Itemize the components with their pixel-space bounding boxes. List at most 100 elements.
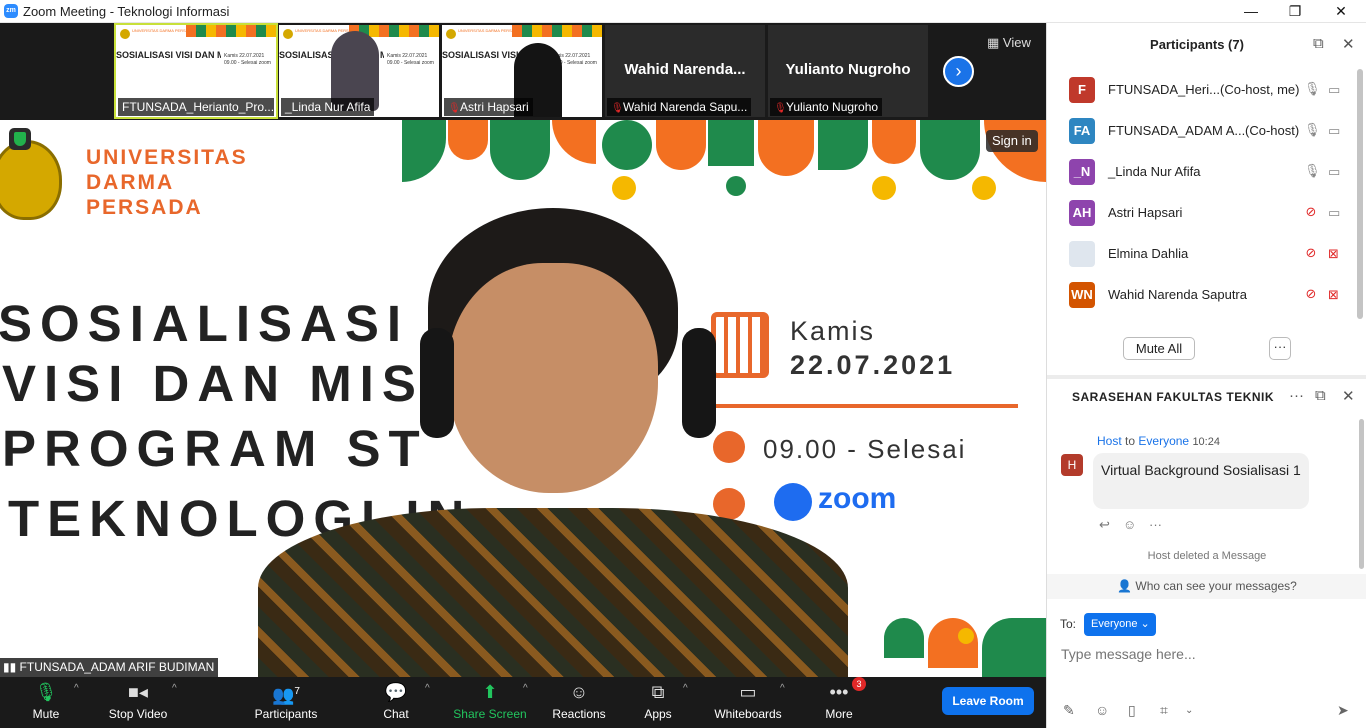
chevron-up-icon[interactable]: ^ (74, 683, 79, 694)
participant-row[interactable]: WN Wahid Narenda Saputra ⊘ ⊠ (1047, 274, 1366, 315)
mute-button[interactable]: 🎙 Mute (22, 677, 70, 728)
screenshot-icon[interactable]: ⌗ (1160, 702, 1168, 719)
to-label: To: (1060, 617, 1077, 631)
more-label: More (825, 707, 853, 721)
university-logo-icon (283, 29, 293, 39)
participant-role: (Co-host) (1245, 123, 1300, 138)
mute-all-button[interactable]: Mute All (1123, 337, 1195, 360)
mute-label: Mute (32, 707, 60, 721)
video-camera-off-icon[interactable]: ⊠ (1328, 287, 1339, 303)
speaker-name-label: ▮▮ FTUNSADA_ADAM ARIF BUDIMAN (0, 658, 219, 677)
tile-name: FTUNSADA_Herianto_Pro... (118, 98, 274, 116)
chat-button[interactable]: 💬 Chat (378, 677, 414, 728)
chat-scrollbar[interactable] (1359, 419, 1364, 569)
tile-name-text: Astri Hapsari (460, 100, 529, 114)
maximize-icon[interactable]: ❐ (1272, 1, 1318, 21)
microphone-icon: 🎙 (34, 682, 58, 702)
microphone-muted-icon[interactable]: ⊘ (1304, 245, 1318, 261)
avatar (1069, 241, 1095, 267)
who-can-see-link[interactable]: 👤 Who can see your messages? (1047, 574, 1366, 599)
reactions-label: Reactions (552, 707, 606, 721)
view-button[interactable]: ▦ View (987, 35, 1031, 51)
microphone-icon[interactable]: 🎙 (1304, 122, 1321, 138)
video-camera-off-icon[interactable]: ⊠ (1328, 246, 1339, 262)
participant-row[interactable]: Elmina Dahlia ⊘ ⊠ (1047, 233, 1366, 274)
recipient-dropdown[interactable]: Everyone ⌄ (1084, 613, 1156, 636)
participant-name: Wahid Narenda Saputra (1108, 287, 1247, 302)
participants-label: Participants (254, 707, 318, 721)
more-dots-icon[interactable]: ··· (1289, 387, 1304, 404)
video-tile[interactable]: Yulianto Nugroho 🎙Yulianto Nugroho (768, 25, 928, 117)
more-button[interactable]: ••• More (822, 677, 856, 728)
chevron-up-icon[interactable]: ^ (523, 683, 528, 694)
tile-name-text: Wahid Narenda Sapu... (623, 100, 748, 114)
video-camera-icon[interactable]: ▭ (1328, 82, 1340, 98)
university-logo-icon (120, 29, 130, 39)
minimize-icon[interactable]: — (1228, 1, 1274, 21)
participant-row[interactable]: F FTUNSADA_Heri... (Co-host, me) 🎙 ▭ (1047, 69, 1366, 110)
add-reaction-icon[interactable]: ☺ (1123, 517, 1136, 532)
microphone-icon[interactable]: 🎙 (1304, 81, 1321, 97)
send-icon[interactable]: ➤ (1337, 702, 1349, 719)
microphone-muted-icon[interactable]: ⊘ (1304, 286, 1318, 302)
tile-name: 🎙Yulianto Nugroho (770, 98, 883, 116)
apps-button[interactable]: ⧉ Apps (640, 677, 676, 728)
reply-icon[interactable]: ↩ (1099, 517, 1110, 533)
chevron-up-icon[interactable]: ^ (172, 683, 177, 694)
video-camera-icon[interactable]: ▭ (1328, 205, 1340, 221)
message-input[interactable] (1061, 643, 1351, 665)
message-recipient[interactable]: Everyone (1138, 434, 1189, 448)
sign-in-button[interactable]: Sign in (986, 130, 1038, 152)
microphone-icon[interactable]: 🎙 (1304, 163, 1321, 179)
pop-out-icon[interactable]: ⧉ (1315, 387, 1326, 404)
stop-video-button[interactable]: ■◂ Stop Video (104, 677, 172, 728)
emoji-icon[interactable]: ☺ (1095, 702, 1109, 718)
format-text-icon[interactable]: ✎ (1063, 702, 1075, 719)
chevron-up-icon[interactable]: ^ (780, 683, 785, 694)
chevron-up-icon[interactable]: ^ (683, 683, 688, 694)
participant-row[interactable]: _N _Linda Nur Afifa 🎙 ▭ (1047, 151, 1366, 192)
thumb-date: Kamis 22.07.2021 09.00 - Selesai zoom (387, 53, 434, 66)
more-dots-icon[interactable]: ··· (1149, 517, 1162, 532)
video-tile[interactable]: UNIVERSITAS DARMA PERSADA SOSIALISASI VI… (442, 25, 602, 117)
chat-bubble-icon: 💬 (384, 682, 408, 702)
participant-row[interactable]: FA FTUNSADA_ADAM A... (Co-host) 🎙 ▭ (1047, 110, 1366, 151)
video-camera-icon[interactable]: ▭ (1328, 123, 1340, 139)
participant-name: FTUNSADA_ADAM A... (1108, 123, 1246, 138)
video-tile[interactable]: UNIVERSITAS DARMA PERSADA SOSIALISASI VI… (279, 25, 439, 117)
chevron-down-icon[interactable]: ⌄ (1185, 705, 1193, 716)
video-tile[interactable]: Wahid Narenda... 🎙Wahid Narenda Sapu... (605, 25, 765, 117)
reactions-button[interactable]: ☺ Reactions (550, 677, 608, 728)
leave-room-button[interactable]: Leave Room (942, 687, 1034, 715)
chevron-up-icon[interactable]: ^ (425, 683, 430, 694)
file-icon[interactable]: ▯ (1128, 702, 1136, 719)
side-panel: Participants (7) ⧉ ✕ F FTUNSADA_Heri... … (1046, 23, 1366, 728)
whiteboards-label: Whiteboards (714, 707, 782, 721)
user-icon: 👤 (1117, 579, 1136, 593)
microphone-muted-icon[interactable]: ⊘ (1304, 204, 1318, 220)
participant-row[interactable]: AH Astri Hapsari ⊘ ▭ (1047, 192, 1366, 233)
close-icon[interactable]: ✕ (1342, 387, 1355, 405)
smiley-plus-icon: ☺ (569, 682, 589, 702)
whiteboards-button[interactable]: ▭ Whiteboards (712, 677, 784, 728)
video-camera-icon: ■◂ (128, 682, 148, 702)
decor-pattern-bottom (884, 618, 1046, 677)
stop-video-label: Stop Video (108, 707, 168, 721)
mic-muted-icon: 🎙 (448, 103, 461, 114)
video-camera-icon[interactable]: ▭ (1328, 164, 1340, 180)
message-sender[interactable]: Host (1097, 434, 1122, 448)
share-arrow-icon: ⬆ (482, 682, 498, 702)
next-page-arrow-icon[interactable]: › (943, 56, 974, 87)
share-screen-button[interactable]: ⬆ Share Screen (452, 677, 528, 728)
university-logo-icon (446, 29, 456, 39)
close-icon[interactable]: ✕ (1342, 35, 1355, 53)
avatar: H (1061, 454, 1083, 476)
more-options-button[interactable]: ··· (1269, 337, 1291, 360)
video-tile[interactable]: UNIVERSITAS DARMA PERSADA SOSIALISASI VI… (114, 23, 278, 119)
close-icon[interactable]: ✕ (1318, 1, 1364, 21)
security-shield-icon[interactable] (9, 128, 31, 150)
participants-button[interactable]: 👥7 Participants (252, 677, 320, 728)
view-label: View (1002, 35, 1031, 50)
pop-out-icon[interactable]: ⧉ (1313, 35, 1324, 52)
participant-name: _Linda Nur Afifa (1108, 164, 1201, 179)
